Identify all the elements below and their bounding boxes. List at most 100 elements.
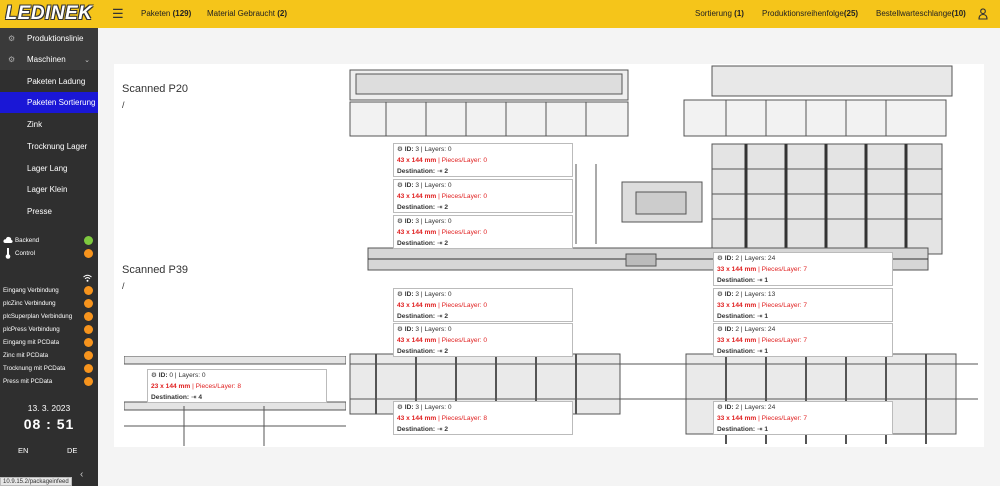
nav-label: Produktionsreihenfolge [762, 9, 844, 18]
nav-count: (129) [172, 9, 192, 18]
nav-label: Bestellwarteschlange [876, 9, 952, 18]
package-size: 33 x 144 mm [717, 415, 757, 422]
package-info-box[interactable]: ⚙ ID: 2 | Layers: 24 33 x 144 mm | Piece… [713, 252, 893, 286]
wifi-icon [83, 274, 92, 282]
sidebar-item-paketen-sortierung[interactable]: Paketen Sortierung [0, 92, 98, 113]
layers-label: | Layers: [420, 326, 447, 333]
status-indicator [84, 363, 93, 373]
package-id: 2 [735, 291, 740, 298]
package-id: 2 [735, 255, 740, 262]
top-bar: LEDINEK ☰ Paketen (129) Material Gebrauc… [0, 0, 1000, 28]
lang-en-button[interactable]: EN [18, 446, 28, 455]
package-info-box[interactable]: ⚙ ID: 3 | Layers: 0 43 x 144 mm | Pieces… [393, 323, 573, 357]
status-label: Press mit PCData [3, 377, 53, 385]
id-label: ID: [404, 218, 414, 225]
status-label: Trocknung mit PCData [3, 364, 66, 372]
ppl-label: | Pieces/Layer: [758, 266, 802, 273]
sidebar-item-zink[interactable]: Zink [0, 114, 98, 135]
chevron-down-icon: ⌄ [84, 56, 90, 64]
status-press-pcdata: Press mit PCData [0, 375, 98, 387]
package-id: 3 [415, 146, 420, 153]
status-indicator [84, 311, 93, 321]
package-info-box[interactable]: ⚙ ID: 3 | Layers: 0 43 x 144 mm | Pieces… [393, 179, 573, 213]
cloud-icon [3, 236, 13, 243]
package-size: 43 x 144 mm [397, 193, 437, 200]
arrow-icon: ⇥ [436, 426, 443, 433]
nav-material-gebraucht[interactable]: Material Gebraucht (2) [207, 9, 287, 18]
ppl-label: | Pieces/Layer: [758, 302, 802, 309]
package-id: 2 [735, 404, 740, 411]
package-info-box[interactable]: ⚙ ID: 3 | Layers: 0 43 x 144 mm | Pieces… [393, 288, 573, 322]
status-eingang-verbindung: Eingang Verbindung [0, 284, 98, 296]
nav-bestellwarteschlange[interactable]: Bestellwarteschlange(10) [876, 9, 966, 18]
package-info-box[interactable]: ⚙ ID: 3 | Layers: 0 43 x 144 mm | Pieces… [393, 215, 573, 249]
menu-icon[interactable]: ☰ [112, 6, 124, 22]
id-label: ID: [404, 326, 414, 333]
status-plcsuperplan-verbindung: plcSuperplan Verbindung [0, 310, 98, 322]
layers-label: | Layers: [174, 372, 201, 379]
package-size: 33 x 144 mm [717, 337, 757, 344]
nav-paketen[interactable]: Paketen (129) [141, 9, 191, 18]
layers-label: | Layers: [420, 218, 447, 225]
layers-label: | Layers: [740, 255, 767, 262]
sidebar-item-paketen-ladung[interactable]: Paketen Ladung [0, 71, 98, 92]
sidebar-item-maschinen[interactable]: ⚙ Maschinen ⌄ [0, 49, 98, 70]
id-label: ID: [404, 404, 414, 411]
ppl-label: | Pieces/Layer: [758, 415, 802, 422]
destination-label: Destination: [717, 313, 756, 320]
sidebar-item-lager-lang[interactable]: Lager Lang [0, 158, 98, 179]
nav-produktionsreihenfolge[interactable]: Produktionsreihenfolge(25) [762, 9, 858, 18]
status-trocknung-pcdata: Trocknung mit PCData [0, 362, 98, 374]
arrow-icon: ⇥ [436, 204, 443, 211]
package-id: 3 [415, 326, 420, 333]
package-pieces-per-layer: 7 [803, 337, 808, 344]
sidebar-item-label: Presse [27, 207, 52, 216]
package-id: 2 [735, 326, 740, 333]
user-icon[interactable] [978, 8, 988, 20]
sidebar-item-lager-klein[interactable]: Lager Klein [0, 179, 98, 200]
sidebar-item-produktionslinie[interactable]: ⚙ Produktionslinie [0, 28, 98, 49]
status-label: Eingang mit PCData [3, 338, 60, 346]
package-layers: 0 [201, 372, 206, 379]
package-size: 23 x 144 mm [151, 383, 191, 390]
package-layers: 0 [447, 291, 452, 298]
status-control: Control [0, 247, 98, 259]
ppl-label: | Pieces/Layer: [438, 193, 482, 200]
arrow-icon: ⇥ [436, 348, 443, 355]
ledinek-logo[interactable]: LEDINEK [0, 0, 98, 28]
ppl-label: | Pieces/Layer: [438, 302, 482, 309]
status-plcpress-verbindung: plcPress Verbindung [0, 323, 98, 335]
layers-label: | Layers: [420, 182, 447, 189]
collapse-sidebar-icon[interactable]: ‹ [80, 469, 83, 480]
package-pieces-per-layer: 8 [483, 415, 488, 422]
package-info-box[interactable]: ⚙ ID: 2 | Layers: 13 33 x 144 mm | Piece… [713, 288, 893, 322]
arrow-icon: ⇥ [756, 426, 763, 433]
package-id: 0 [169, 372, 174, 379]
status-label: plcPress Verbindung [3, 325, 60, 333]
package-info-box[interactable]: ⚙ ID: 3 | Layers: 0 43 x 144 mm | Pieces… [393, 401, 573, 435]
package-size: 33 x 144 mm [717, 266, 757, 273]
package-info-box[interactable]: ⚙ ID: 2 | Layers: 24 33 x 144 mm | Piece… [713, 401, 893, 435]
sidebar-item-label: Paketen Ladung [27, 77, 86, 86]
status-indicator [84, 350, 93, 360]
thermometer-icon [5, 248, 11, 259]
package-info-box[interactable]: ⚙ ID: 0 | Layers: 0 23 x 144 mm | Pieces… [147, 369, 327, 403]
destination-label: Destination: [717, 348, 756, 355]
sidebar-item-presse[interactable]: Presse [0, 201, 98, 222]
nav-sortierung[interactable]: Sortierung (1) [695, 9, 744, 18]
layers-label: | Layers: [740, 291, 767, 298]
lang-de-button[interactable]: DE [67, 446, 77, 455]
package-pieces-per-layer: 7 [803, 302, 808, 309]
status-indicator [84, 298, 93, 308]
status-zinc-pcdata: Zinc mit PCData [0, 349, 98, 361]
package-info-box[interactable]: ⚙ ID: 2 | Layers: 24 33 x 144 mm | Piece… [713, 323, 893, 357]
status-indicator [84, 285, 93, 295]
arrow-icon: ⇥ [436, 313, 443, 320]
destination-label: Destination: [397, 313, 436, 320]
nav-count: (1) [734, 9, 744, 18]
layers-label: | Layers: [420, 146, 447, 153]
scanned-p39-value: / [122, 281, 125, 291]
current-time: 08 : 51 [23, 416, 75, 432]
package-info-box[interactable]: ⚙ ID: 3 | Layers: 0 43 x 144 mm | Pieces… [393, 143, 573, 177]
sidebar-item-trocknung-lager[interactable]: Trocknung Lager [0, 136, 98, 157]
